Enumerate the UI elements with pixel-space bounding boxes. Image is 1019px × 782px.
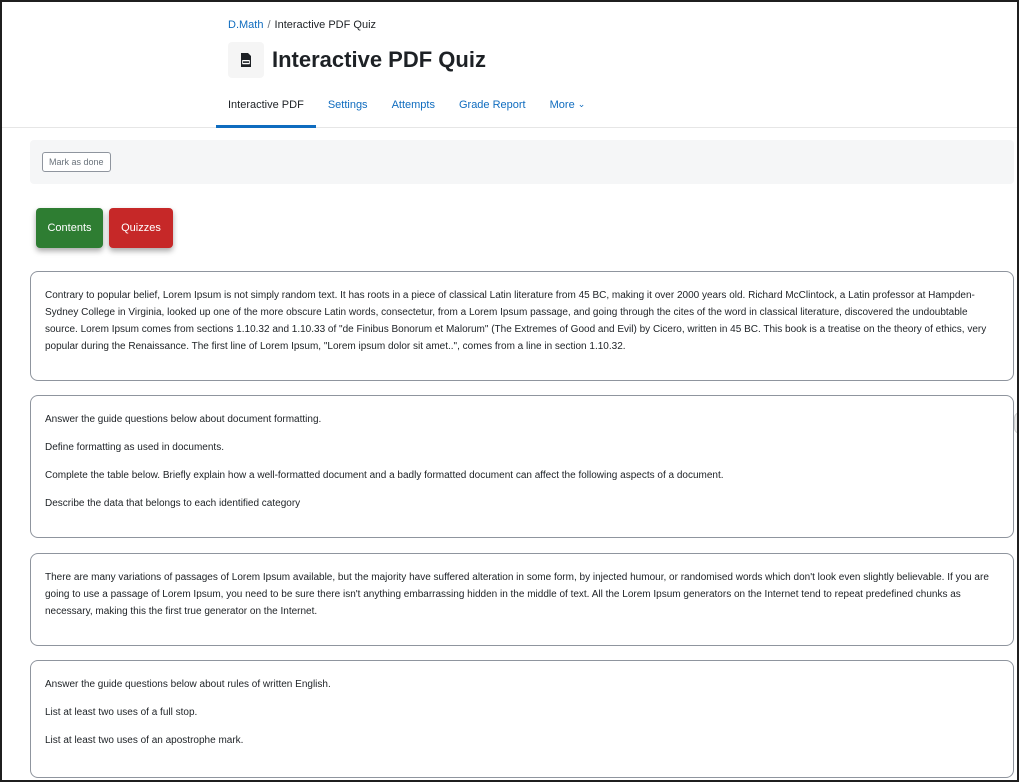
page-frame: D.Math / Interactive PDF Quiz Interactive … — [0, 0, 1019, 782]
contents-button[interactable]: Contents — [36, 208, 103, 248]
tab-interactive-pdf[interactable]: Interactive PDF — [216, 94, 316, 128]
scroll-handle[interactable] — [1014, 412, 1017, 434]
tab-more[interactable]: More ⌄ — [538, 94, 598, 128]
tab-grade-report[interactable]: Grade Report — [447, 94, 538, 128]
breadcrumb-course-link[interactable]: D.Math — [228, 19, 263, 31]
page-header: D.Math / Interactive PDF Quiz Interactive … — [2, 2, 1017, 128]
tab-attempts[interactable]: Attempts — [380, 94, 447, 128]
mark-as-done-button[interactable]: Mark as done — [42, 152, 111, 172]
card-paragraph: Describe the data that belongs to each i… — [45, 498, 301, 509]
tab-label: Grade Report — [458, 99, 526, 111]
activity-completion-bar: Mark as done — [30, 140, 1014, 184]
tab-label: Interactive PDF — [228, 99, 304, 111]
card-paragraph: Contrary to popular belief, Lorem Ipsum … — [45, 290, 987, 352]
pdf-file-icon — [228, 42, 264, 78]
content-card: There are many variations of passages of… — [30, 553, 1014, 646]
tab-label: More — [549, 99, 575, 111]
quizzes-button[interactable]: Quizzes — [109, 208, 173, 248]
content-card: Contrary to popular belief, Lorem Ipsum … — [30, 271, 1014, 381]
card-paragraph: Answer the guide questions below about r… — [45, 679, 331, 690]
card-paragraph: Answer the guide questions below about d… — [45, 414, 322, 425]
secondary-navigation: Interactive PDF Settings Attempts Grade … — [216, 94, 597, 128]
chevron-down-icon: ⌄ — [577, 99, 586, 109]
question-card: Answer the guide questions below about d… — [30, 395, 1014, 538]
breadcrumb: D.Math / Interactive PDF Quiz — [228, 19, 376, 31]
tab-label: Settings — [327, 99, 368, 111]
breadcrumb-current: Interactive PDF Quiz — [274, 19, 377, 31]
card-paragraph: There are many variations of passages of… — [45, 572, 989, 617]
title-row: Interactive PDF Quiz — [228, 42, 486, 78]
breadcrumb-separator: / — [267, 19, 271, 31]
card-paragraph: Define formatting as used in documents. — [45, 442, 224, 453]
page-title: Interactive PDF Quiz — [272, 47, 486, 72]
tab-label: Attempts — [391, 99, 435, 111]
card-paragraph: List at least two uses of a full stop. — [45, 707, 198, 718]
tab-settings[interactable]: Settings — [316, 94, 380, 128]
card-paragraph: List at least two uses of an apostrophe … — [45, 735, 244, 746]
card-paragraph: Complete the table below. Briefly explai… — [45, 470, 724, 481]
question-card: Answer the guide questions below about r… — [30, 660, 1014, 778]
